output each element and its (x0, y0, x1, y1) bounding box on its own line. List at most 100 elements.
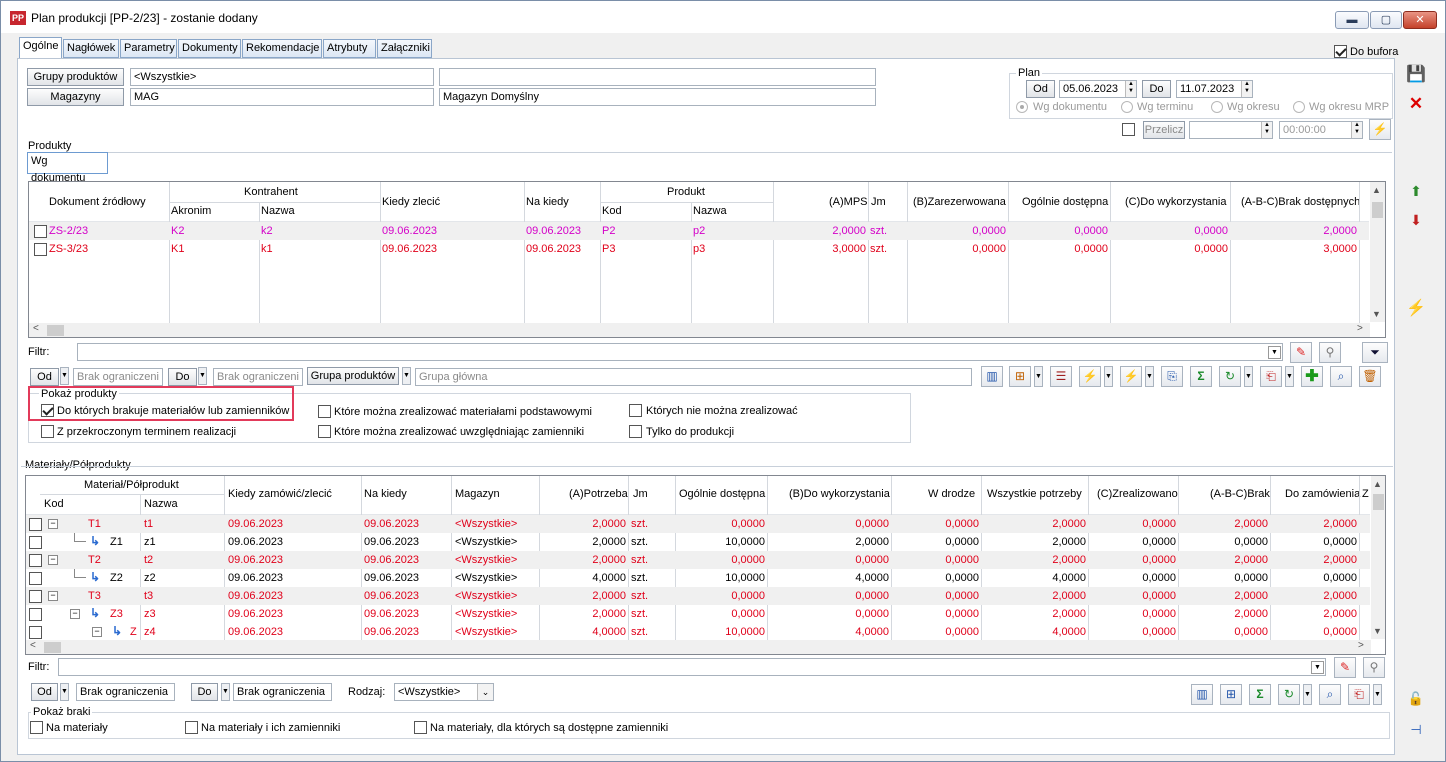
refresh-icon[interactable]: ↻ (1278, 684, 1300, 705)
przelicz-lightning-icon[interactable]: ⚡ (1369, 119, 1391, 140)
plan-do-button[interactable]: Do (1142, 80, 1171, 98)
sum-icon[interactable]: Σ (1249, 684, 1271, 705)
close-window-button[interactable]: ✕ (1403, 11, 1437, 29)
lightning-orange-icon[interactable]: ⚡ (1079, 366, 1101, 387)
header-wszystkie-potrzeby[interactable]: Wszystkie potrzeby (987, 488, 1082, 500)
expand-collapse-icon[interactable]: − (70, 609, 80, 619)
opt-materialy-podstawowe-checkbox[interactable] (318, 405, 331, 418)
lightning-orange-dropdown-icon[interactable]: ▼ (1104, 366, 1113, 387)
expand-collapse-icon[interactable]: − (48, 555, 58, 565)
tree-view-icon[interactable]: ⊞ (1009, 366, 1031, 387)
search-icon[interactable]: ⌕ (1319, 684, 1341, 705)
header-magazyn[interactable]: Magazyn (455, 488, 500, 500)
header-brak-dostepnych[interactable]: (A-B-C)Brak dostępnych (1241, 196, 1360, 208)
row-checkbox[interactable] (29, 608, 42, 621)
grid-view-icon[interactable]: ⊞ (1220, 684, 1242, 705)
do-dropdown-icon[interactable]: ▼ (221, 683, 230, 701)
header-w-drodze[interactable]: W drodze (928, 488, 975, 500)
header-produkt-nazwa[interactable]: Nazwa (693, 205, 727, 217)
przelicz-checkbox[interactable] (1122, 123, 1135, 136)
grupa-produktow-button[interactable]: Grupa produktów (307, 367, 399, 385)
cancel-icon[interactable]: ✕ (1405, 94, 1427, 115)
header-na-kiedy[interactable]: Na kiedy (364, 488, 407, 500)
filtr-dropdown-icon[interactable]: ▼ (1268, 346, 1281, 359)
scroll-right-icon[interactable]: > (1358, 640, 1364, 651)
scroll-up-icon[interactable]: ▲ (1373, 479, 1382, 489)
header-kiedy-zlecic[interactable]: Kiedy zlecić (382, 196, 440, 208)
hscroll-thumb[interactable] (47, 325, 64, 336)
rodzaj-chevron-down-icon[interactable]: ⌄ (477, 684, 493, 700)
tab-rekomendacje[interactable]: Rekomendacje (242, 39, 322, 58)
refresh-dropdown-icon[interactable]: ▼ (1303, 684, 1312, 705)
document-arrow-dropdown-icon[interactable]: ▼ (1285, 366, 1294, 387)
produkty-hscrollbar[interactable] (29, 323, 1370, 337)
header-jm[interactable]: Jm (871, 196, 886, 208)
export-icon[interactable]: ⎗ (1348, 684, 1370, 705)
row-checkbox[interactable] (29, 554, 42, 567)
down-document-icon[interactable]: ⬇ (1405, 211, 1427, 232)
przelicz-date-spinner[interactable]: ▲ ▼ (1261, 122, 1272, 138)
materialy-filtr-input[interactable] (58, 658, 1326, 676)
header-kod[interactable]: Kod (602, 205, 622, 217)
header-ogolnie-dostepna[interactable]: Ogólnie dostępna (1022, 196, 1108, 208)
header-potrzeba[interactable]: (A)Potrzeba (569, 488, 628, 500)
header-do-zamowienia[interactable]: Do zamówienia (1285, 488, 1360, 500)
row-checkbox[interactable] (29, 626, 42, 639)
scroll-thumb[interactable] (1372, 202, 1383, 218)
expand-collapse-icon[interactable]: − (48, 591, 58, 601)
row-checkbox[interactable] (29, 536, 42, 549)
opt-przekroczony-termin-checkbox[interactable] (41, 425, 54, 438)
filter-builder-icon[interactable]: ⚲ (1319, 342, 1341, 363)
sum-icon[interactable]: Σ (1190, 366, 1212, 387)
minimize-button[interactable]: ▬ (1335, 11, 1369, 29)
plan-od-button[interactable]: Od (1026, 80, 1055, 98)
search-icon[interactable]: ⌕ (1330, 366, 1352, 387)
chart-icon[interactable]: ▥ (981, 366, 1003, 387)
up-document-icon[interactable]: ⬆ (1405, 182, 1427, 203)
opt-brakuje-materialow-checkbox[interactable] (41, 404, 54, 417)
od-dropdown-icon[interactable]: ▼ (60, 683, 69, 701)
header-dokument-zrodlowy[interactable]: Dokument źródłowy (49, 196, 146, 208)
grupa-dropdown-icon[interactable]: ▼ (402, 367, 411, 385)
subtab-wg-dokumentu[interactable]: Wg dokumentu (27, 152, 108, 184)
refresh-icon[interactable]: ↻ (1219, 366, 1241, 387)
opt-nie-mozna-checkbox[interactable] (629, 404, 642, 417)
refresh-dropdown-icon[interactable]: ▼ (1244, 366, 1253, 387)
header-zarezerwowana[interactable]: (B)Zarezerwowana (913, 196, 1006, 208)
tab-atrybuty[interactable]: Atrybuty (323, 39, 376, 58)
materialy-od-button[interactable]: Od (31, 683, 58, 701)
tab-dokumenty[interactable]: Dokumenty (178, 39, 241, 58)
add-icon[interactable]: ✚ (1301, 366, 1323, 387)
grupy-value-field[interactable]: <Wszystkie> (130, 68, 434, 86)
tab-ogolne[interactable]: Ogólne (19, 37, 62, 59)
header-ogolnie-dostepna[interactable]: Ogólnie dostępna (679, 488, 765, 500)
radio-wg-terminu[interactable] (1121, 101, 1133, 113)
tab-naglowek[interactable]: Nagłówek (63, 39, 119, 58)
generate-lightning-icon[interactable]: ⚡ (1405, 299, 1427, 320)
lock-icon[interactable]: 🔓 (1405, 689, 1427, 710)
grupy-produktow-button[interactable]: Grupy produktów (27, 68, 124, 86)
scroll-down-icon[interactable]: ▼ (1373, 626, 1382, 636)
row-checkbox[interactable] (34, 225, 47, 238)
header-do-wykorzystania[interactable]: (C)Do wykorzystania (1125, 196, 1226, 208)
tab-zalaczniki[interactable]: Załączniki (377, 39, 432, 58)
scroll-left-icon[interactable]: < (33, 323, 39, 334)
expand-collapse-icon[interactable]: − (92, 627, 102, 637)
header-brak[interactable]: (A-B-C)Brak (1210, 488, 1270, 500)
materialy-hscrollbar[interactable] (26, 640, 1371, 654)
radio-wg-dokumentu[interactable] (1016, 101, 1028, 113)
materialy-do-input[interactable]: Brak ograniczenia (233, 683, 332, 701)
header-nazwa[interactable]: Nazwa (261, 205, 295, 217)
scroll-up-icon[interactable]: ▲ (1372, 185, 1381, 195)
grupa-glowna-input[interactable]: Grupa główna (415, 368, 972, 386)
scroll-left-icon[interactable]: < (30, 640, 36, 651)
braki-materialy-checkbox[interactable] (30, 721, 43, 734)
plan-do-spinner[interactable]: ▲ ▼ (1241, 81, 1252, 97)
row-checkbox[interactable] (29, 590, 42, 603)
delete-icon[interactable]: 🗑 (1359, 366, 1381, 387)
do-dropdown-icon[interactable]: ▼ (198, 367, 207, 385)
row-checkbox[interactable] (34, 243, 47, 256)
hscroll-thumb[interactable] (44, 642, 61, 653)
header-extra[interactable]: Z (1362, 488, 1369, 500)
tab-parametry[interactable]: Parametry (120, 39, 177, 58)
